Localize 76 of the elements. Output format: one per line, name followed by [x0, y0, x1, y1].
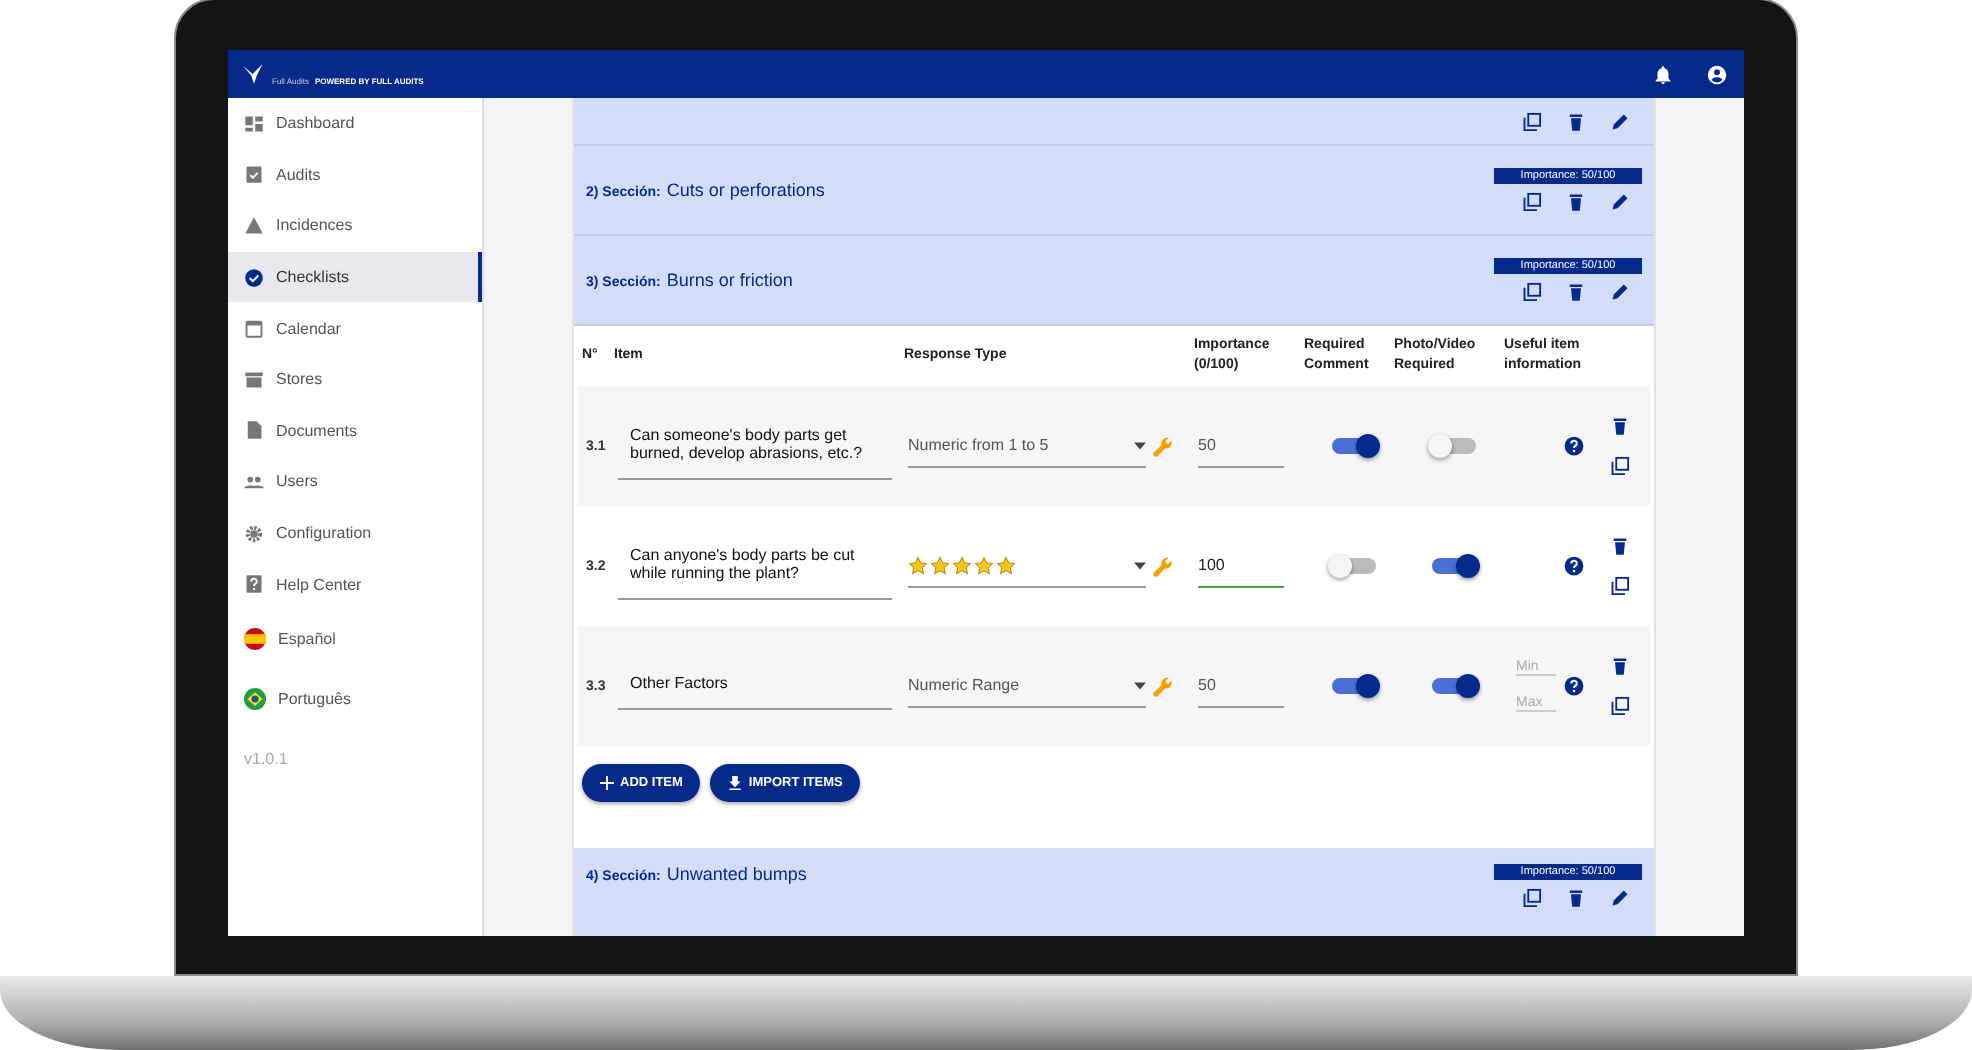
sidebar-item[interactable]: Users — [228, 456, 482, 508]
check-icon — [244, 267, 264, 288]
toggle-switch[interactable] — [1331, 678, 1375, 694]
warning-icon — [244, 215, 264, 236]
star-icon — [930, 555, 950, 575]
trash-icon[interactable] — [1609, 536, 1629, 556]
importance-input[interactable]: 50 — [1198, 665, 1284, 707]
version-text: v1.0.1 — [242, 747, 290, 768]
copy-icon[interactable] — [1522, 111, 1542, 131]
users-icon — [244, 471, 264, 492]
sidebar-item[interactable]: Dashboard — [228, 98, 482, 150]
toggle-switch[interactable] — [1331, 438, 1375, 454]
plus-icon — [600, 776, 614, 790]
pencil-icon[interactable] — [1610, 888, 1630, 908]
item-field[interactable]: Can anyone's body parts be cut while running the plant? — [618, 533, 892, 599]
toggle-switch[interactable] — [1431, 678, 1475, 694]
pencil-icon[interactable] — [1610, 111, 1630, 131]
toggle-switch[interactable] — [1431, 438, 1475, 454]
sidebar-item[interactable]: Audits — [228, 149, 482, 201]
audits-icon — [244, 164, 264, 185]
toggle-switch[interactable] — [1431, 558, 1475, 574]
document-icon — [244, 420, 264, 441]
caret-icon — [1134, 441, 1146, 449]
trash-icon[interactable] — [1566, 192, 1586, 212]
brazil-flag-icon — [244, 688, 266, 711]
sidebar-item[interactable]: Stores — [228, 353, 482, 406]
toggle-switch[interactable] — [1331, 558, 1375, 574]
trash-icon[interactable] — [1566, 888, 1586, 908]
trash-icon[interactable] — [1566, 111, 1586, 131]
copy-icon[interactable] — [1609, 576, 1629, 596]
section-title: Burns or friction — [666, 270, 793, 290]
star-icon — [908, 555, 928, 575]
star-icon — [952, 555, 972, 575]
trash-icon[interactable] — [1609, 656, 1629, 676]
star-icon — [974, 555, 994, 575]
sidebar-item[interactable]: Configuration — [228, 507, 482, 559]
pencil-icon[interactable] — [1610, 282, 1630, 302]
section-title: Unwanted bumps — [666, 864, 807, 884]
sidebar-item[interactable]: Checklists — [228, 251, 482, 303]
help-icon[interactable] — [1564, 436, 1584, 456]
bell-icon[interactable] — [1652, 63, 1674, 85]
copy-icon[interactable] — [1522, 888, 1542, 908]
help-icon[interactable] — [1564, 556, 1584, 576]
copy-icon[interactable] — [1609, 456, 1629, 476]
sidebar-item[interactable]: Help Center — [228, 558, 482, 610]
account-icon[interactable] — [1706, 63, 1728, 85]
importance-input[interactable]: 100 — [1198, 545, 1284, 587]
dashboard-icon — [244, 113, 264, 134]
trash-icon[interactable] — [1566, 282, 1586, 302]
trash-icon[interactable] — [1609, 416, 1629, 436]
copy-icon[interactable] — [1522, 192, 1542, 212]
importance-input[interactable]: 50 — [1198, 425, 1284, 467]
help-icon[interactable] — [1564, 676, 1584, 696]
store-icon — [244, 369, 264, 390]
star-icon — [996, 555, 1016, 575]
sidebar-item[interactable]: Calendar — [228, 302, 482, 354]
language-item[interactable]: Español — [228, 609, 482, 670]
caret-icon — [1134, 561, 1146, 569]
response-type-select[interactable]: Numeric Range — [908, 665, 1146, 707]
pencil-icon[interactable] — [1610, 192, 1630, 212]
item-field[interactable]: Can someone's body parts get burned, develop abrasions, etc.? — [618, 413, 892, 479]
copy-icon[interactable] — [1522, 282, 1542, 302]
gear-icon — [244, 523, 264, 544]
copy-icon[interactable] — [1609, 696, 1629, 716]
language-item[interactable]: Português — [228, 669, 482, 730]
spain-flag-icon — [244, 628, 266, 651]
calendar-icon — [244, 318, 264, 339]
bird-logo-icon — [240, 62, 268, 86]
sidebar-item[interactable]: Incidences — [228, 200, 482, 252]
sidebar-item[interactable]: Documents — [228, 405, 482, 457]
section-title: Cuts or perforations — [666, 180, 825, 200]
response-type-select[interactable]: Numeric from 1 to 5 — [908, 425, 1146, 467]
help-icon — [244, 574, 264, 595]
item-field[interactable]: Other Factors — [618, 662, 892, 710]
caret-icon — [1134, 681, 1146, 689]
download-icon — [728, 776, 743, 790]
